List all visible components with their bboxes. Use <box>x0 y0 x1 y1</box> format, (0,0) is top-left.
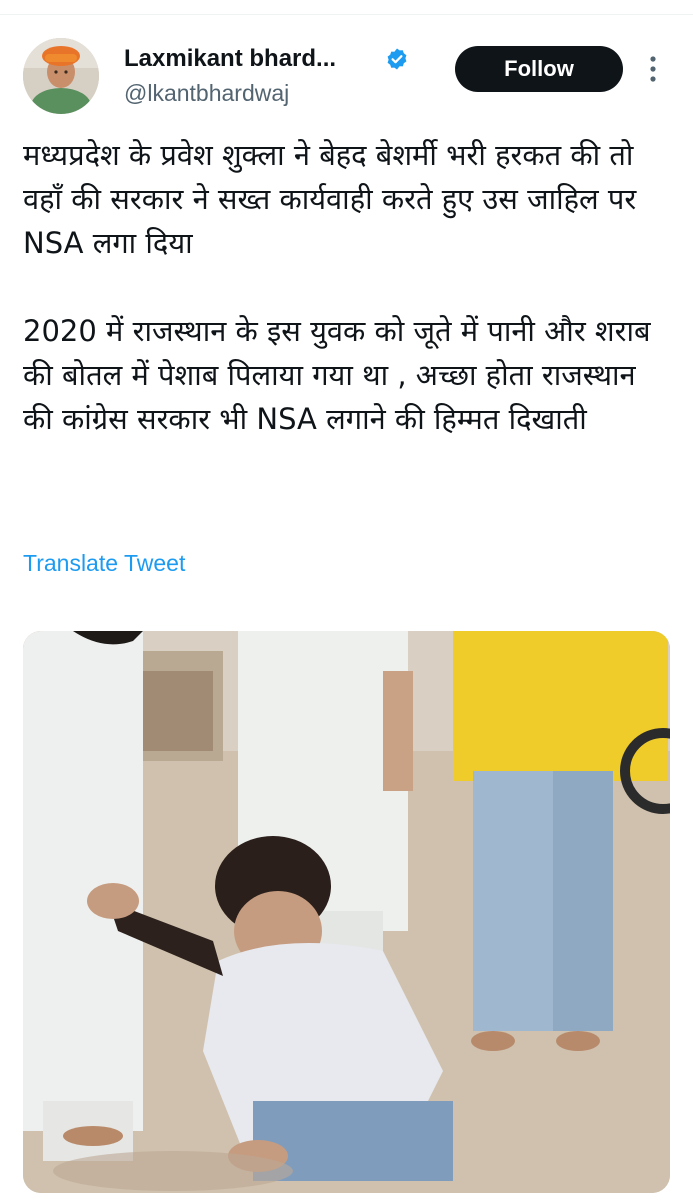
top-divider <box>0 14 693 15</box>
tweet-paragraph: मध्यप्रदेश के प्रवेश शुक्ला ने बेहद बेशर… <box>23 138 637 260</box>
verified-badge-icon <box>387 48 407 70</box>
tweet-media-image[interactable] <box>23 631 670 1193</box>
follow-button[interactable]: Follow <box>455 46 623 92</box>
tweet-paragraph: 2020 में राजस्थान के इस युवक को जूते में… <box>23 314 651 436</box>
avatar[interactable] <box>23 38 99 114</box>
tweet-page: Laxmikant bhard... @lkantbhardwaj Follow… <box>0 0 693 1200</box>
user-handle[interactable]: @lkantbhardwaj <box>124 79 289 107</box>
translate-tweet-link[interactable]: Translate Tweet <box>23 548 185 578</box>
avatar-image <box>23 38 99 114</box>
display-name[interactable]: Laxmikant bhard... <box>124 44 336 74</box>
more-options-icon[interactable] <box>643 52 663 86</box>
tweet-text: मध्यप्रदेश के प्रवेश शुक्ला ने बेहद बेशर… <box>23 133 673 441</box>
media-photo <box>23 631 670 1193</box>
